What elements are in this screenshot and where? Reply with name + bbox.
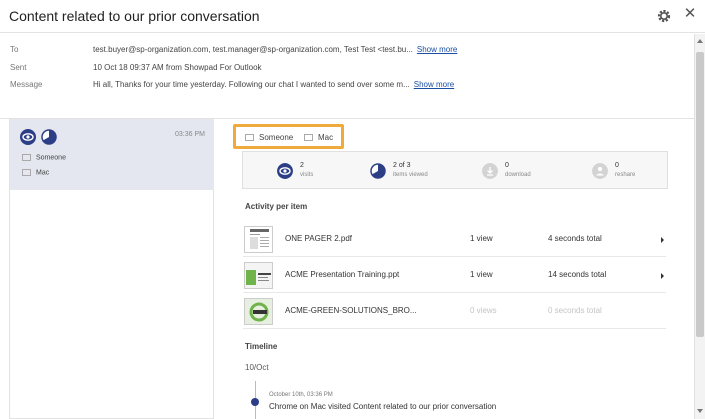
- message-row: Message Hi all, Thanks for your time yes…: [0, 78, 694, 94]
- activity-item-duration: 0 seconds total: [548, 306, 602, 315]
- activity-item-duration: 4 seconds total: [548, 234, 602, 243]
- window-title: Content related to our prior conversatio…: [9, 8, 260, 24]
- message-preview: Hi all, Thanks for your time yesterday. …: [93, 80, 410, 89]
- stat-visits-value: 2: [300, 162, 304, 169]
- timeline-date: 10/Oct: [245, 363, 269, 372]
- stat-items-viewed-value: 2 of 3: [393, 162, 411, 169]
- scroll-down-arrow-icon[interactable]: [697, 409, 703, 413]
- activity-item-views: 1 view: [470, 234, 493, 243]
- activity-item-name: ONE PAGER 2.pdf: [285, 234, 352, 243]
- activity-item-duration: 14 seconds total: [548, 270, 607, 279]
- timeline-event-time: October 10th, 03:36 PM: [269, 392, 333, 398]
- download-icon: [482, 163, 498, 179]
- activity-item-views: 1 view: [470, 270, 493, 279]
- sent-value: 10 Oct 18 09:37 AM from Showpad For Outl…: [93, 63, 262, 72]
- ppt-thumbnail-icon: [244, 262, 273, 289]
- eye-icon: [20, 129, 36, 145]
- stat-visits: 2 visits: [277, 160, 367, 182]
- session-list: 03:36 PM Someone Mac: [9, 119, 214, 419]
- session-time: 03:36 PM: [175, 131, 205, 138]
- session-detail: Someone Mac 2 visits 2 of 3 items viewed: [214, 119, 694, 419]
- email-details: To test.buyer@sp-organization.com, test.…: [0, 34, 694, 118]
- session-item[interactable]: 03:36 PM Someone Mac: [10, 119, 214, 190]
- brochure-thumbnail-icon: [244, 298, 273, 325]
- stat-reshare: 0 reshare: [592, 160, 662, 182]
- to-recipients: test.buyer@sp-organization.com, test.man…: [93, 45, 413, 54]
- stat-items-viewed: 2 of 3 items viewed: [370, 160, 470, 182]
- activity-row[interactable]: ACME Presentation Training.ppt 1 view 14…: [243, 257, 666, 293]
- to-show-more-link[interactable]: Show more: [417, 45, 457, 54]
- sent-row: Sent 10 Oct 18 09:37 AM from Showpad For…: [0, 61, 694, 77]
- timeline-heading: Timeline: [245, 342, 278, 351]
- stat-reshare-value: 0: [615, 162, 619, 169]
- laptop-icon: [304, 134, 313, 142]
- close-icon[interactable]: ✕: [682, 6, 698, 22]
- envelope-icon: [22, 154, 31, 161]
- header-device-label: Mac: [318, 133, 334, 142]
- gear-icon[interactable]: [656, 8, 672, 24]
- timeline-dot: [251, 398, 259, 406]
- to-value: test.buyer@sp-organization.com, test.man…: [93, 43, 457, 57]
- session-device: Mac: [22, 169, 49, 176]
- activity-item-name: ACME Presentation Training.ppt: [285, 270, 400, 279]
- chevron-right-icon[interactable]: [661, 237, 664, 243]
- chevron-right-icon[interactable]: [661, 273, 664, 279]
- scroll-up-arrow-icon[interactable]: [697, 39, 703, 43]
- stat-download: 0 download: [482, 160, 572, 182]
- activity-item-name: ACME-GREEN-SOLUTIONS_BRO...: [285, 306, 417, 315]
- scrollbar-thumb[interactable]: [696, 52, 704, 337]
- eye-icon: [277, 163, 293, 179]
- pie-icon: [370, 163, 386, 179]
- activity-item-views: 0 views: [470, 306, 497, 315]
- session-viewer: Someone: [22, 154, 66, 161]
- pdf-thumbnail-icon: [244, 226, 273, 253]
- activity-row[interactable]: ACME-GREEN-SOLUTIONS_BRO... 0 views 0 se…: [243, 293, 666, 329]
- message-show-more-link[interactable]: Show more: [414, 80, 454, 89]
- timeline-event-text: Chrome on Mac visited Content related to…: [269, 402, 497, 411]
- pie-icon: [41, 129, 57, 145]
- header-device: Mac: [304, 133, 333, 142]
- laptop-icon: [22, 169, 31, 176]
- session-viewer-label: Someone: [36, 154, 66, 162]
- message-label: Message: [10, 80, 43, 89]
- stat-visits-label: visits: [300, 172, 314, 178]
- scrollbar[interactable]: [694, 34, 705, 419]
- activity-heading: Activity per item: [245, 202, 308, 211]
- stat-items-viewed-label: items viewed: [393, 172, 428, 178]
- to-row: To test.buyer@sp-organization.com, test.…: [0, 43, 694, 59]
- header-viewer: Someone: [245, 133, 293, 142]
- title-bar: Content related to our prior conversatio…: [0, 0, 705, 33]
- stats-panel: 2 visits 2 of 3 items viewed 0 download: [242, 151, 668, 189]
- viewer-device-header: Someone Mac: [233, 124, 344, 149]
- to-label: To: [10, 45, 19, 54]
- reshare-icon: [592, 163, 608, 179]
- message-value: Hi all, Thanks for your time yesterday. …: [93, 78, 454, 92]
- header-viewer-label: Someone: [259, 133, 294, 142]
- stat-download-label: download: [505, 172, 531, 178]
- stat-reshare-label: reshare: [615, 172, 636, 178]
- sent-label: Sent: [10, 63, 27, 72]
- session-device-label: Mac: [36, 169, 50, 177]
- activity-row[interactable]: ONE PAGER 2.pdf 1 view 4 seconds total: [243, 221, 666, 257]
- envelope-icon: [245, 134, 254, 142]
- stat-download-value: 0: [505, 162, 509, 169]
